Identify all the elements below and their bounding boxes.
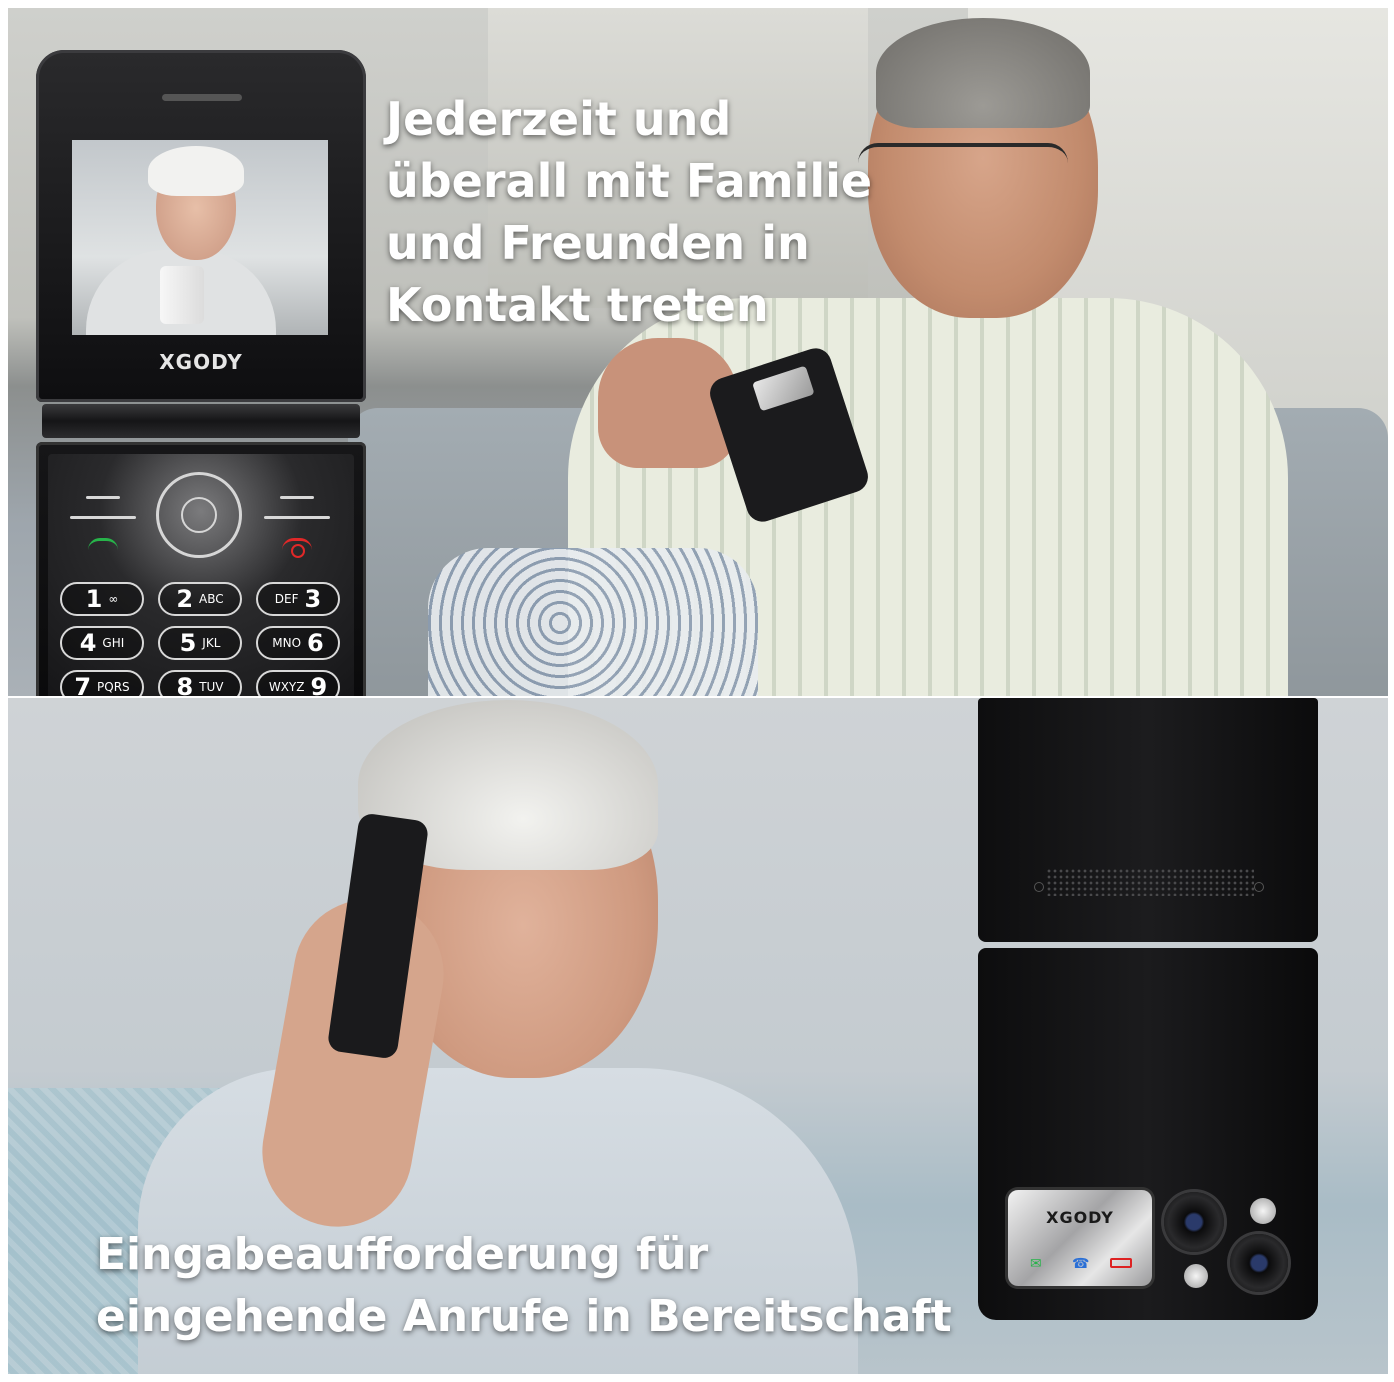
sensor-icon [1184, 1264, 1208, 1288]
closed-phone-bottom-half: XGODY ✉ ☎ [978, 948, 1318, 1320]
closed-phone-top-half [978, 698, 1318, 942]
open-flip-phone: XGODY 1 ∞ 2 ABC DEF 3 4 GHI 5 JKL MNO 6 … [36, 50, 366, 696]
headline-top-line: Kontakt treten [386, 278, 769, 332]
key-1: 1 ∞ [60, 582, 144, 616]
key-9: WXYZ 9 [256, 670, 340, 696]
glasses [858, 143, 1068, 207]
key-digit: 4 [79, 629, 97, 657]
call-key-icon [88, 538, 118, 551]
mini-cover-screen [752, 365, 815, 412]
navigation-center [181, 497, 217, 533]
right-softkey-line [264, 516, 330, 519]
key-letters: WXYZ [268, 680, 305, 694]
closed-flip-phone: XGODY ✉ ☎ [978, 698, 1318, 1320]
man-hair [876, 18, 1090, 128]
battery-icon [1110, 1258, 1132, 1268]
key-letters: TUV [199, 680, 224, 694]
headline-top: Jederzeit und überall mit Familie und Fr… [386, 88, 886, 336]
key-digit: 6 [307, 629, 324, 657]
headline-bottom-line: Eingabeaufforderung für [96, 1229, 709, 1280]
key-digit: 7 [74, 673, 92, 696]
cover-screen: XGODY ✉ ☎ [1008, 1190, 1152, 1286]
headline-top-line: und Freunden in [386, 216, 810, 270]
flash-icon [1250, 1198, 1276, 1224]
keypad-face: 1 ∞ 2 ABC DEF 3 4 GHI 5 JKL MNO 6 7 PQRS… [48, 454, 354, 696]
phone-hinge [42, 404, 360, 438]
voicemail-icon: ∞ [108, 592, 119, 606]
key-letters: DEF [274, 592, 299, 606]
key-letters: PQRS [97, 680, 130, 694]
screen-woman-hair [148, 146, 244, 196]
key-digit: 5 [179, 629, 197, 657]
key-letters: ABC [199, 592, 224, 606]
screw-dot-icon [1254, 882, 1264, 892]
key-letters: GHI [102, 636, 125, 650]
power-dot-icon [291, 544, 305, 558]
left-softkey-icon [86, 496, 120, 499]
key-letters: MNO [272, 636, 302, 650]
phone-upper-half: XGODY [36, 50, 366, 402]
camera-lens-icon [1230, 1234, 1288, 1292]
phone-keypad-half: 1 ∞ 2 ABC DEF 3 4 GHI 5 JKL MNO 6 7 PQRS… [36, 442, 366, 696]
screw-dot-icon [1034, 882, 1044, 892]
top-photo-panel: Jederzeit und überall mit Familie und Fr… [8, 8, 1388, 696]
navigation-ring [156, 472, 242, 558]
bottom-photo-panel: Eingabeaufforderung für eingehende Anruf… [8, 698, 1388, 1374]
left-softkey-line [70, 516, 136, 519]
key-8: 8 TUV [158, 670, 242, 696]
headline-bottom: Eingabeaufforderung für eingehende Anruf… [96, 1224, 976, 1348]
key-5: 5 JKL [158, 626, 242, 660]
phone-icon: ☎ [1072, 1256, 1090, 1272]
phone-screen-photo [72, 140, 328, 335]
key-digit: 3 [304, 585, 322, 613]
message-icon: ✉ [1030, 1256, 1042, 1272]
key-letters: JKL [202, 636, 221, 650]
speaker-grille [1046, 868, 1254, 896]
key-digit: 9 [310, 673, 328, 696]
key-6: MNO 6 [256, 626, 340, 660]
key-3: DEF 3 [256, 582, 340, 616]
key-digit: 8 [176, 673, 194, 696]
key-7: 7 PQRS [60, 670, 144, 696]
cover-brand-logo: XGODY [1046, 1208, 1114, 1227]
brand-logo: XGODY [159, 350, 243, 374]
headline-top-line: Jederzeit und [386, 92, 732, 146]
screen-milk-glass [160, 266, 204, 324]
right-softkey-icon [280, 496, 314, 499]
key-digit: 2 [176, 585, 194, 613]
camera-lens-icon [1164, 1192, 1224, 1252]
key-4: 4 GHI [60, 626, 144, 660]
earpiece-slot [162, 94, 242, 101]
key-2: 2 ABC [158, 582, 242, 616]
headline-top-line: überall mit Familie [386, 154, 873, 208]
key-digit: 1 [85, 585, 103, 613]
patterned-cushion [428, 548, 758, 696]
headline-bottom-line: eingehende Anrufe in Bereitschaft [96, 1291, 952, 1342]
